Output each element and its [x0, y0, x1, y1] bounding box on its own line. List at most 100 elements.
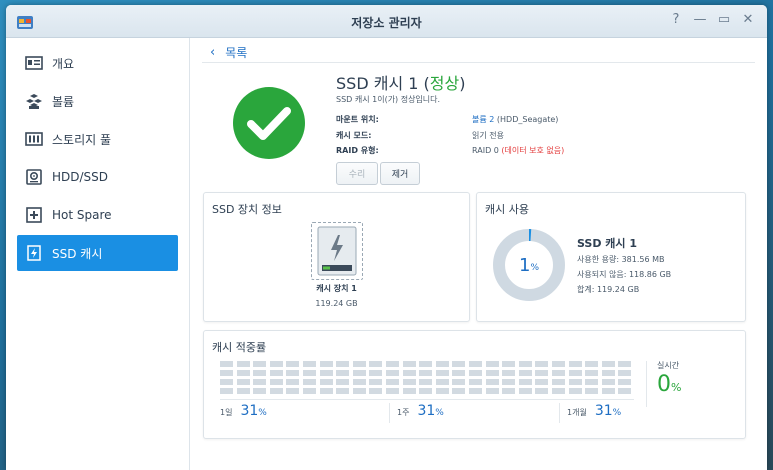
cache-usage-panel: 캐시 사용 1% SSD 캐시 1 사용한 용량: 381.56 MB 사용되지…: [476, 192, 746, 322]
panel-title: 캐시 적중률: [212, 341, 267, 354]
cache-name: SSD 캐시 1: [577, 237, 638, 250]
cache-device-tile[interactable]: [311, 222, 363, 280]
history-bar: [386, 379, 399, 385]
used-capacity: 사용한 용량: 381.56 MB: [577, 255, 665, 264]
history-bar: [518, 370, 532, 376]
history-bar: [552, 388, 565, 394]
volume-link[interactable]: 볼륨 2: [472, 115, 494, 124]
sidebar: 개요 볼륨 스토리지 풀 HDD/SSD Hot Spare SSD 캐시: [6, 38, 190, 470]
cache-mode-value: 읽기 전용: [472, 131, 504, 140]
raid-type-label: RAID 유형:: [336, 146, 379, 155]
history-bar: [485, 388, 499, 394]
history-bar: [303, 379, 316, 385]
history-bar: [269, 370, 283, 376]
sidebar-item-overview[interactable]: 개요: [17, 45, 178, 81]
window-title: 저장소 관리자: [351, 16, 422, 30]
history-bar: [236, 361, 250, 367]
history-bar: [535, 379, 549, 385]
help-icon[interactable]: ?: [667, 11, 685, 29]
sidebar-item-label: Hot Spare: [52, 208, 112, 222]
sidebar-item-storage-pool[interactable]: 스토리지 풀: [17, 121, 178, 157]
history-bar: [568, 388, 582, 394]
divider: [389, 403, 390, 423]
mount-location-value: 볼륨 2 (HDD_Seagate): [472, 115, 559, 124]
sidebar-item-label: HDD/SSD: [52, 170, 109, 184]
history-bar: [601, 388, 615, 394]
mount-location-label: 마운트 위치:: [336, 115, 379, 124]
history-bar: [236, 388, 250, 394]
storage-manager-window: 저장소 관리자 ? — ▭ ✕ 개요 볼륨 스토리지 풀 HDD/SSD Hot…: [6, 5, 767, 470]
maximize-icon[interactable]: ▭: [715, 11, 733, 29]
hot-spare-icon: [25, 206, 43, 224]
history-bar: [386, 361, 399, 367]
sidebar-item-hot-spare[interactable]: Hot Spare: [17, 197, 178, 233]
history-bar: [386, 388, 399, 394]
remove-button[interactable]: 제거: [380, 162, 420, 185]
history-bar: [552, 370, 565, 376]
title-bar[interactable]: 저장소 관리자 ? — ▭ ✕: [6, 5, 767, 38]
history-bar: [386, 370, 399, 376]
history-bar: [319, 379, 333, 385]
history-bar: [535, 361, 549, 367]
cache-hit-rate-panel: 캐시 적중률 실시간 0% 1일 31% 1주 31% 1개월 31%: [203, 330, 746, 439]
sidebar-item-hdd-ssd[interactable]: HDD/SSD: [17, 159, 178, 195]
back-to-list-link[interactable]: ‹ 목록: [210, 44, 247, 61]
history-bar: [618, 388, 632, 394]
divider: [220, 399, 634, 400]
hit-rate-1-day: 1일 31%: [220, 403, 267, 419]
history-bar: [469, 379, 482, 385]
history-bar: [502, 370, 516, 376]
history-bar: [419, 379, 433, 385]
history-bar: [435, 370, 449, 376]
history-bar: [485, 370, 499, 376]
history-bar: [469, 388, 482, 394]
history-bar: [303, 361, 316, 367]
history-bar: [585, 361, 599, 367]
chevron-left-icon: ‹: [210, 45, 216, 60]
sidebar-item-volume[interactable]: 볼륨: [17, 83, 178, 119]
history-bar: [618, 370, 632, 376]
disk-icon: [25, 168, 43, 186]
divider: [646, 361, 647, 407]
history-bar: [502, 388, 516, 394]
history-bar: [220, 370, 233, 376]
volume-icon: [25, 92, 43, 110]
history-bar: [485, 361, 499, 367]
history-bar: [419, 361, 433, 367]
history-bar: [352, 379, 366, 385]
history-bar: [319, 388, 333, 394]
history-bar: [303, 388, 316, 394]
history-bar: [369, 370, 383, 376]
history-bar: [220, 388, 233, 394]
close-icon[interactable]: ✕: [739, 11, 757, 29]
panel-title: 캐시 사용: [485, 203, 529, 216]
history-bar: [220, 361, 233, 367]
history-bar: [269, 388, 283, 394]
history-bar: [286, 379, 300, 385]
sidebar-item-ssd-cache[interactable]: SSD 캐시: [17, 235, 178, 271]
history-bar: [253, 361, 267, 367]
history-bar: [352, 361, 366, 367]
history-bar: [253, 370, 267, 376]
minimize-icon[interactable]: —: [691, 11, 709, 29]
history-bar: [518, 361, 532, 367]
history-bar: [369, 388, 383, 394]
history-bar: [518, 379, 532, 385]
page-title: SSD 캐시 1 (정상): [336, 74, 466, 93]
history-bar: [220, 379, 233, 385]
divider: [559, 403, 560, 423]
history-bar: [601, 370, 615, 376]
history-bar: [502, 361, 516, 367]
repair-button[interactable]: 수리: [336, 162, 378, 185]
history-bar: [286, 388, 300, 394]
sidebar-item-label: 스토리지 풀: [52, 132, 112, 147]
history-bar: [352, 370, 366, 376]
history-bar: [419, 370, 433, 376]
history-bar: [253, 379, 267, 385]
history-bar: [352, 388, 366, 394]
realtime-label: 실시간: [657, 361, 680, 370]
realtime-hit-rate: 0%: [657, 372, 682, 397]
history-bar: [336, 379, 350, 385]
history-bar: [435, 379, 449, 385]
history-bar: [336, 361, 350, 367]
